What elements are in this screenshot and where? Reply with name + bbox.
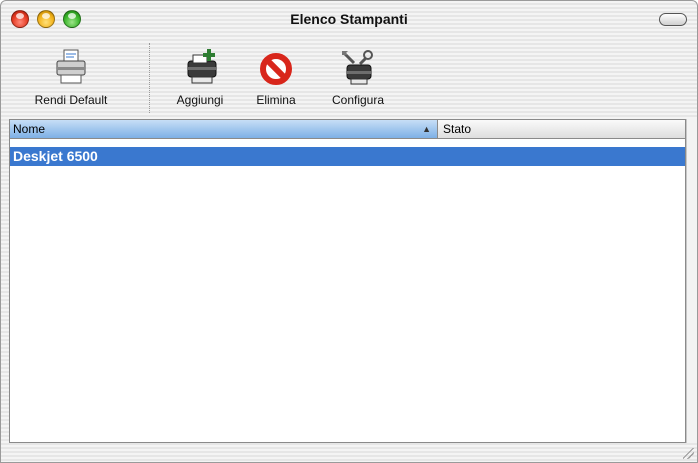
- make-default-label: Rendi Default: [34, 93, 108, 107]
- title-bar[interactable]: Elenco Stampanti: [1, 1, 697, 39]
- table-row[interactable]: Deskjet 6500: [10, 147, 685, 166]
- window-title: Elenco Stampanti: [290, 11, 408, 27]
- add-printer-icon: [187, 49, 217, 84]
- toolbar-toggle-button[interactable]: [659, 13, 687, 26]
- sort-ascending-icon: ▲: [422, 124, 431, 134]
- add-button[interactable]: Aggiungi: [161, 47, 239, 107]
- column-header-name-label: Nome: [13, 122, 46, 136]
- configure-label: Configura: [331, 93, 385, 107]
- printer-list-window: Elenco Stampanti Rendi Default Aggiungi …: [0, 0, 698, 463]
- make-default-button[interactable]: Rendi Default: [17, 47, 125, 107]
- delete-label: Elimina: [256, 93, 296, 107]
- column-headers: Nome ▲ Stato: [10, 120, 685, 139]
- vertical-scrollbar[interactable]: [686, 119, 697, 443]
- printer-icon: [56, 49, 86, 84]
- configure-printer-icon: [342, 50, 373, 85]
- column-header-name[interactable]: Nome ▲: [10, 120, 438, 138]
- add-label: Aggiungi: [176, 93, 224, 107]
- column-header-status[interactable]: Stato: [439, 120, 685, 138]
- resize-handle[interactable]: [683, 448, 694, 459]
- printer-list[interactable]: Nome ▲ Stato Deskjet 6500: [9, 119, 686, 443]
- delete-button[interactable]: Elimina: [243, 47, 309, 107]
- toolbar: Rendi Default Aggiungi Elimina Configura: [1, 39, 697, 119]
- delete-icon: [260, 53, 292, 85]
- configure-button[interactable]: Configura: [315, 47, 401, 107]
- toolbar-separator: [149, 43, 150, 113]
- column-header-status-label: Stato: [443, 122, 472, 136]
- printer-name-cell: Deskjet 6500: [13, 148, 98, 164]
